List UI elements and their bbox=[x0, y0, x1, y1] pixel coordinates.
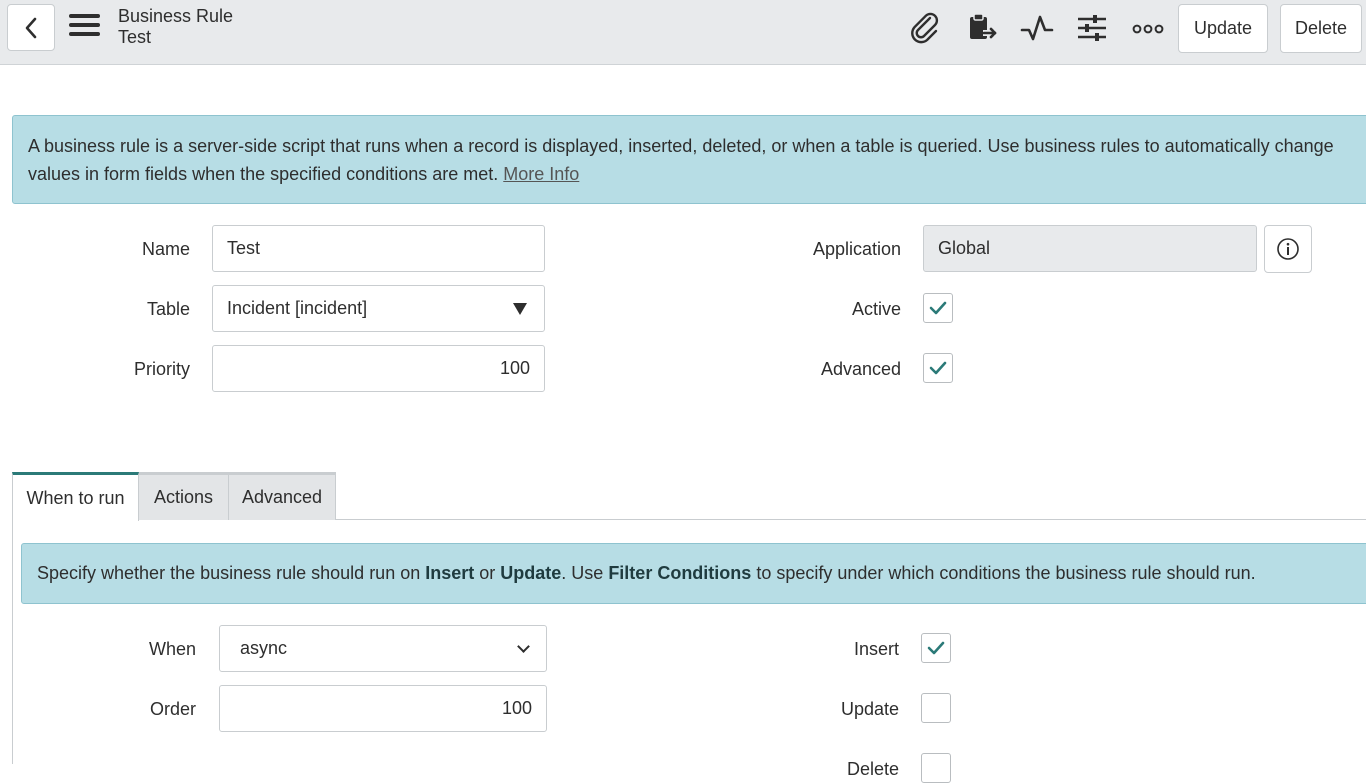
update-button[interactable]: Update bbox=[1178, 4, 1268, 53]
chevron-left-icon bbox=[25, 17, 37, 38]
info-text-part: or bbox=[474, 563, 501, 583]
when-to-run-info: Specify whether the business rule should… bbox=[21, 543, 1366, 604]
sliders-icon[interactable] bbox=[1074, 10, 1110, 46]
tab-advanced[interactable]: Advanced bbox=[229, 472, 336, 520]
active-checkbox[interactable] bbox=[923, 293, 953, 323]
dropdown-arrow-icon bbox=[513, 302, 527, 315]
record-name: Test bbox=[118, 27, 152, 47]
application-field: Global bbox=[923, 225, 1257, 272]
priority-input[interactable]: 100 bbox=[212, 345, 545, 392]
activity-pulse-icon[interactable] bbox=[1019, 10, 1055, 46]
order-input[interactable]: 100 bbox=[219, 685, 547, 732]
delete-button[interactable]: Delete bbox=[1280, 4, 1362, 53]
more-options-icon[interactable] bbox=[1130, 10, 1166, 46]
application-value: Global bbox=[938, 238, 991, 258]
name-label: Name bbox=[141, 239, 190, 259]
info-insert-bold: Insert bbox=[425, 563, 475, 583]
table-value: Incident [incident] bbox=[227, 298, 368, 318]
info-message: A business rule is a server-side script … bbox=[12, 115, 1366, 204]
checkmark-icon bbox=[927, 641, 945, 655]
delete-checkbox[interactable] bbox=[921, 753, 951, 783]
when-label: When bbox=[148, 639, 196, 659]
info-text-part: Specify whether the business rule should… bbox=[37, 563, 426, 583]
info-text-part: . Use bbox=[561, 563, 609, 583]
insert-checkbox[interactable] bbox=[921, 633, 951, 663]
clipboard-export-icon[interactable] bbox=[963, 10, 999, 46]
when-value: async bbox=[240, 638, 288, 658]
tab-actions[interactable]: Actions bbox=[139, 472, 229, 520]
update-label: Update bbox=[840, 699, 899, 719]
record-type: Business Rule bbox=[118, 6, 234, 26]
priority-label: Priority bbox=[133, 359, 190, 379]
table-select[interactable]: Incident [incident] bbox=[212, 285, 545, 332]
name-input[interactable]: Test bbox=[212, 225, 545, 272]
table-label: Table bbox=[146, 299, 190, 319]
checkmark-icon bbox=[929, 301, 947, 315]
tab-when-to-run[interactable]: When to run bbox=[12, 472, 139, 521]
info-text-part: to specify under which conditions the bu… bbox=[751, 563, 1256, 583]
info-text: A business rule is a server-side script … bbox=[28, 136, 1334, 184]
insert-label: Insert bbox=[853, 639, 899, 659]
hamburger-menu-icon[interactable] bbox=[69, 14, 103, 42]
advanced-label: Advanced bbox=[820, 359, 901, 379]
update-checkbox[interactable] bbox=[921, 693, 951, 723]
form-header: Business Rule Test Update Delete bbox=[0, 0, 1366, 65]
priority-value: 100 bbox=[499, 358, 530, 378]
record-title: Business Rule Test bbox=[118, 6, 233, 48]
delete-label: Delete bbox=[846, 759, 899, 779]
advanced-checkbox[interactable] bbox=[923, 353, 953, 383]
paperclip-icon[interactable] bbox=[908, 10, 944, 46]
name-value: Test bbox=[227, 238, 261, 258]
checkmark-icon bbox=[929, 361, 947, 375]
order-label: Order bbox=[149, 699, 196, 719]
active-label: Active bbox=[851, 299, 901, 319]
order-value: 100 bbox=[501, 698, 532, 718]
application-info-button[interactable] bbox=[1264, 225, 1312, 273]
info-circle-icon bbox=[1277, 238, 1299, 260]
info-update-bold: Update bbox=[500, 563, 562, 583]
back-button[interactable] bbox=[7, 4, 55, 51]
when-select[interactable]: async bbox=[219, 625, 547, 672]
chevron-down-icon bbox=[517, 639, 530, 653]
more-info-link[interactable]: More Info bbox=[503, 164, 579, 184]
application-label: Application bbox=[812, 239, 901, 259]
info-filter-bold: Filter Conditions bbox=[608, 563, 752, 583]
